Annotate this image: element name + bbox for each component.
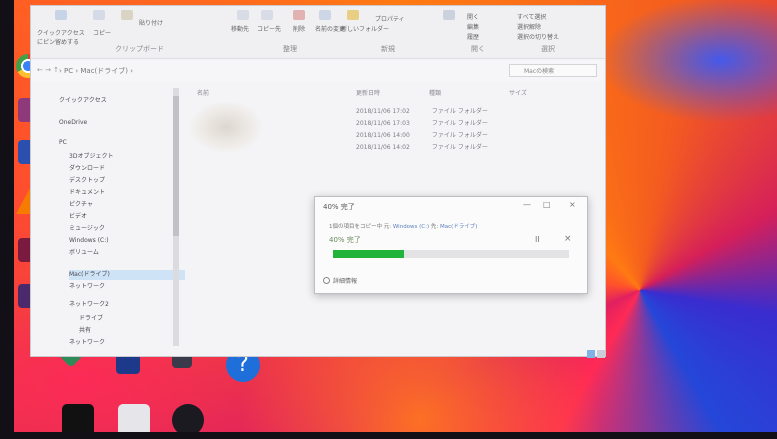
group-new: 新規 — [381, 45, 395, 53]
copy-description: 1個の項目をコピー中 元: Windows (C:) 先: Mac(ドライブ) — [329, 222, 477, 230]
file-explorer-window: クイックアクセスにピン留めする コピー 貼り付け 移動先 コピー先 削除 名前の… — [30, 5, 607, 358]
monitor-bezel-bottom — [0, 432, 777, 439]
copy-progress-dialog: 40% 完了 — □ × 1個の項目をコピー中 元: Windows (C:) … — [314, 196, 588, 294]
delete-button[interactable]: 削除 — [293, 24, 305, 33]
nav-network-2[interactable]: ネットワーク2 — [69, 300, 109, 310]
nav-3d-objects[interactable]: 3Dオブジェクト — [69, 152, 113, 162]
move-to-button[interactable]: 移動先 — [231, 24, 249, 33]
description-mid: 先: — [429, 224, 441, 230]
copy-icon[interactable] — [93, 10, 105, 20]
invert-selection-button[interactable]: 選択の切り替え — [517, 32, 559, 41]
file-type: ファイル フォルダー — [431, 120, 488, 127]
pin-icon[interactable] — [55, 10, 67, 20]
copy-to-button[interactable]: コピー先 — [257, 24, 281, 33]
more-details-button[interactable]: 詳細情報 — [333, 276, 357, 285]
nav-shared[interactable]: 共有 — [79, 326, 91, 336]
column-header-date[interactable]: 更新日時 — [356, 88, 380, 97]
nav-network[interactable]: ネットワーク — [69, 282, 105, 292]
column-header-name[interactable]: 名前 — [197, 88, 209, 97]
nav-mac-drive[interactable]: Mac(ドライブ) — [69, 270, 185, 280]
address-path[interactable]: › PC › Mac(ドライブ) › — [59, 66, 133, 76]
nav-scrollbar-thumb[interactable] — [173, 96, 179, 236]
new-item-button[interactable]: プロパティ — [375, 14, 405, 23]
group-clipboard: クリップボード — [115, 45, 164, 53]
column-header-type[interactable]: 種類 — [429, 88, 441, 97]
details-view-icon[interactable] — [587, 350, 595, 358]
blurred-file-names — [191, 102, 261, 152]
file-row[interactable]: 2018/11/06 17:02 ファイル フォルダー — [356, 106, 488, 115]
file-type: ファイル フォルダー — [431, 144, 488, 151]
progress-status: 40% 完了 — [329, 236, 361, 244]
minimize-button[interactable]: — — [523, 200, 531, 209]
group-open: 開く — [471, 45, 485, 53]
new-folder-icon[interactable] — [347, 10, 359, 20]
move-to-icon[interactable] — [237, 10, 249, 20]
select-none-button[interactable]: 選択解除 — [517, 22, 541, 31]
file-row[interactable]: 2018/11/06 14:02 ファイル フォルダー — [356, 142, 488, 151]
chevron-down-icon[interactable] — [323, 277, 330, 284]
group-select: 選択 — [541, 45, 555, 53]
nav-pc[interactable]: PC — [59, 138, 67, 148]
properties-icon[interactable] — [443, 10, 455, 20]
ribbon: クイックアクセスにピン留めする コピー 貼り付け 移動先 コピー先 削除 名前の… — [31, 6, 605, 59]
address-bar: ← → ↑ › PC › Mac(ドライブ) › Macの検索 — [31, 61, 605, 81]
progress-bar-fill — [333, 250, 404, 258]
file-date: 2018/11/06 14:02 — [356, 144, 410, 151]
pause-button[interactable]: II — [535, 235, 540, 244]
file-type: ファイル フォルダー — [431, 108, 488, 115]
nav-pictures[interactable]: ピクチャ — [69, 200, 93, 210]
nav-volume[interactable]: ボリューム — [69, 248, 99, 258]
copy-button[interactable]: コピー — [93, 28, 111, 37]
search-input[interactable]: Macの検索 — [509, 64, 597, 77]
nav-drive[interactable]: ドライブ — [79, 314, 103, 324]
nav-desktop[interactable]: デスクトップ — [69, 176, 105, 186]
nav-onedrive[interactable]: OneDrive — [59, 118, 87, 128]
select-all-button[interactable]: すべて選択 — [517, 12, 546, 21]
nav-music[interactable]: ミュージック — [69, 224, 105, 234]
nav-quick-access[interactable]: クイックアクセス — [59, 96, 107, 106]
file-row[interactable]: 2018/11/06 17:03 ファイル フォルダー — [356, 118, 488, 127]
edit-button[interactable]: 編集 — [467, 22, 479, 31]
paste-icon[interactable] — [121, 10, 133, 20]
nav-videos[interactable]: ビデオ — [69, 212, 87, 222]
nav-downloads[interactable]: ダウンロード — [69, 164, 105, 174]
pin-button[interactable]: クイックアクセスにピン留めする — [37, 28, 87, 46]
file-row[interactable]: 2018/11/06 14:00 ファイル フォルダー — [356, 130, 488, 139]
file-date: 2018/11/06 14:00 — [356, 132, 410, 139]
file-date: 2018/11/06 17:03 — [356, 120, 410, 127]
file-type: ファイル フォルダー — [431, 132, 488, 139]
history-button[interactable]: 履歴 — [467, 32, 479, 41]
paste-button[interactable]: 貼り付け — [139, 18, 163, 27]
monitor-bezel — [0, 0, 14, 439]
nav-documents[interactable]: ドキュメント — [69, 188, 105, 198]
nav-windows-c[interactable]: Windows (C:) — [69, 236, 109, 246]
delete-icon[interactable] — [293, 10, 305, 20]
group-organize: 整理 — [283, 45, 297, 53]
copy-to-icon[interactable] — [261, 10, 273, 20]
column-header-size[interactable]: サイズ — [509, 88, 527, 97]
large-icons-view-icon[interactable] — [597, 350, 605, 358]
nav-network-3[interactable]: ネットワーク — [69, 338, 105, 348]
dialog-title: 40% 完了 — [323, 203, 355, 211]
close-button[interactable]: × — [569, 200, 576, 209]
navigation-pane: クイックアクセス OneDrive PC 3Dオブジェクト ダウンロード デスク… — [45, 86, 185, 354]
view-toggle-icons[interactable] — [587, 350, 607, 358]
description-source-link[interactable]: Windows (C:) — [393, 224, 429, 230]
new-folder-button[interactable]: 新しいフォルダー — [341, 24, 389, 33]
description-prefix: 1個の項目をコピー中 元: — [329, 224, 393, 230]
maximize-button[interactable]: □ — [543, 200, 551, 209]
file-date: 2018/11/06 17:02 — [356, 108, 410, 115]
cancel-button[interactable]: × — [564, 234, 572, 244]
open-button[interactable]: 開く — [467, 12, 479, 21]
rename-icon[interactable] — [319, 10, 331, 20]
nav-arrows-icon[interactable]: ← → ↑ — [37, 66, 59, 74]
progress-bar — [333, 250, 569, 258]
description-dest-link[interactable]: Mac(ドライブ) — [440, 224, 477, 230]
